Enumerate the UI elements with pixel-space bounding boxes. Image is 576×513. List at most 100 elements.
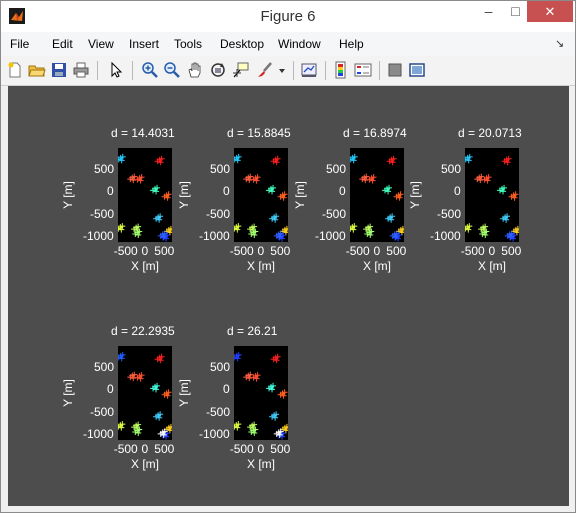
data-point xyxy=(269,411,280,421)
menu-edit[interactable]: Edit xyxy=(52,37,73,51)
data-point xyxy=(118,153,126,164)
data-point xyxy=(127,173,138,184)
y-tick-label: 0 xyxy=(223,382,230,397)
y-tick-label: 500 xyxy=(441,161,462,176)
menu-file[interactable]: File xyxy=(10,37,29,51)
data-point xyxy=(277,389,288,399)
data-point xyxy=(127,371,138,382)
dock-arrow-icon[interactable]: ↘ xyxy=(555,37,564,50)
figure-canvas: d = 14.4031 500 0 -500 -1000 -500 0 500 X [m] Y [… xyxy=(8,86,569,506)
link-plot-icon[interactable] xyxy=(300,61,318,79)
y-tick-label: -1000 xyxy=(430,229,461,244)
plot-area[interactable] xyxy=(350,148,404,242)
y-tick-label: 500 xyxy=(210,359,231,374)
menu-desktop[interactable]: Desktop xyxy=(220,37,264,51)
toolbar xyxy=(1,56,575,86)
rotate-3d-icon[interactable] xyxy=(209,61,227,79)
data-point xyxy=(243,173,254,184)
data-point xyxy=(161,191,172,201)
y-tick-label: 500 xyxy=(94,359,115,374)
menu-tools[interactable]: Tools xyxy=(174,37,202,51)
x-tick-label: 0 xyxy=(257,244,265,258)
x-tick-label: -500 xyxy=(113,442,138,456)
x-tick-label: -500 xyxy=(113,244,138,258)
y-tick-label: -1000 xyxy=(83,427,114,442)
pan-hand-icon[interactable] xyxy=(186,61,204,79)
maximize-button[interactable]: □ xyxy=(502,1,529,22)
save-icon[interactable] xyxy=(50,61,68,79)
plot-area[interactable] xyxy=(234,148,288,242)
menu-bar: File Edit View Insert Tools Desktop Wind… xyxy=(1,32,575,56)
plot-area[interactable] xyxy=(118,148,172,242)
y-axis-label: Y [m] xyxy=(176,379,191,407)
close-button[interactable]: ✕ xyxy=(527,1,573,22)
subplot-title: d = 22.2935 xyxy=(111,324,175,338)
data-point xyxy=(474,173,485,184)
insert-colorbar-icon[interactable] xyxy=(332,61,350,79)
x-tick-label: 500 xyxy=(270,244,291,258)
new-figure-icon[interactable] xyxy=(6,61,24,79)
y-tick-label: -1000 xyxy=(199,229,230,244)
zoom-in-icon[interactable] xyxy=(141,61,159,79)
x-axis-label: X [m] xyxy=(131,457,160,471)
y-tick-label: 500 xyxy=(326,161,347,176)
edit-plot-arrow-icon[interactable] xyxy=(107,61,125,79)
scatter-svg xyxy=(118,153,172,242)
y-tick-label: -1000 xyxy=(199,427,230,442)
plot-area[interactable] xyxy=(465,148,519,242)
toolbar-separator xyxy=(325,61,326,80)
scatter-svg xyxy=(234,351,288,440)
data-point xyxy=(154,155,165,166)
print-icon[interactable] xyxy=(72,61,90,79)
data-point xyxy=(234,223,242,233)
plot-area[interactable] xyxy=(234,346,288,440)
brush-icon[interactable] xyxy=(256,61,274,79)
x-axis-label: X [m] xyxy=(131,259,160,273)
x-axis-label: X [m] xyxy=(363,259,392,273)
x-tick-label: 500 xyxy=(154,442,175,456)
data-cursor-icon[interactable] xyxy=(232,61,250,79)
menu-insert[interactable]: Insert xyxy=(129,37,159,51)
data-point xyxy=(150,382,161,393)
data-point xyxy=(481,174,492,184)
data-point xyxy=(269,213,280,223)
hide-plot-tools-icon[interactable] xyxy=(386,61,404,79)
y-tick-label: 0 xyxy=(223,184,230,199)
y-tick-label: 0 xyxy=(339,184,346,199)
data-point xyxy=(500,213,511,223)
title-bar[interactable]: Figure 6 – □ ✕ xyxy=(1,1,575,32)
x-tick-label: 500 xyxy=(386,244,407,258)
y-tick-label: 500 xyxy=(210,161,231,176)
brush-dropdown-icon[interactable] xyxy=(277,61,287,79)
data-point xyxy=(350,153,358,164)
data-point xyxy=(266,184,277,195)
plot-area[interactable] xyxy=(118,346,172,440)
y-axis-label: Y [m] xyxy=(176,181,191,209)
menu-window[interactable]: Window xyxy=(278,37,321,51)
toolbar-separator xyxy=(132,61,133,80)
data-point xyxy=(153,411,164,421)
toolbar-separator xyxy=(97,61,98,80)
x-axis-label: X [m] xyxy=(247,457,276,471)
data-point xyxy=(153,213,164,223)
y-axis-label: Y [m] xyxy=(407,181,422,209)
open-file-icon[interactable] xyxy=(28,61,46,79)
data-point xyxy=(150,184,161,195)
y-tick-label: -500 xyxy=(206,404,231,419)
menu-view[interactable]: View xyxy=(88,37,114,51)
insert-legend-icon[interactable] xyxy=(354,61,372,79)
data-point xyxy=(386,155,397,166)
menu-help[interactable]: Help xyxy=(339,37,364,51)
figure-window: Figure 6 – □ ✕ File Edit View Insert Too… xyxy=(0,0,576,513)
data-point xyxy=(161,389,172,399)
data-point xyxy=(350,223,358,233)
data-point xyxy=(497,184,508,195)
x-tick-label: 0 xyxy=(141,442,149,456)
data-point xyxy=(234,153,242,164)
y-tick-label: 0 xyxy=(107,382,114,397)
data-point xyxy=(118,351,126,362)
minimize-button[interactable]: – xyxy=(475,1,502,22)
y-tick-label: -1000 xyxy=(83,229,114,244)
zoom-out-icon[interactable] xyxy=(163,61,181,79)
show-plot-tools-icon[interactable] xyxy=(408,61,426,79)
